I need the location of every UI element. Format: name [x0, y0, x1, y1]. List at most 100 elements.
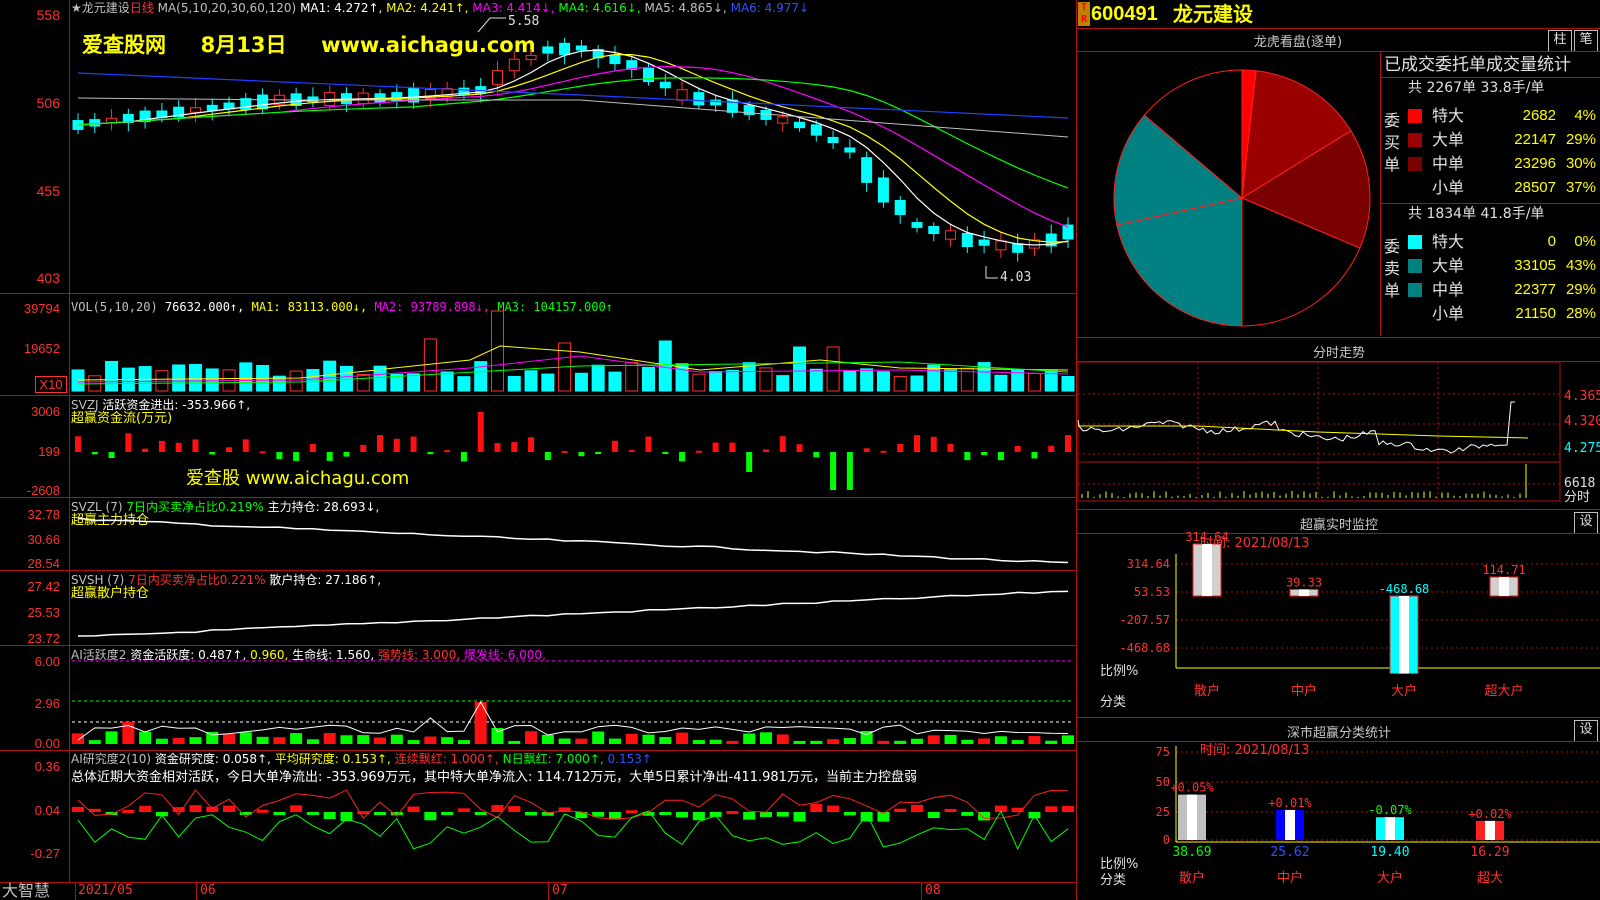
- ai2-bar: [273, 812, 286, 815]
- lhb-tick-button[interactable]: 笔: [1574, 30, 1598, 52]
- svzj-bar: [108, 452, 115, 459]
- candle-body: [928, 225, 940, 235]
- ai2-bar: [189, 805, 202, 812]
- volume-bar: [927, 364, 941, 392]
- ai1-bar: [206, 731, 219, 744]
- volume-bar: [356, 374, 370, 392]
- svsh-line: [77, 590, 1069, 637]
- candle-body: [777, 116, 789, 124]
- ai1-bar: [709, 739, 722, 744]
- ai1-bar: [759, 732, 772, 744]
- ai1-bar: [105, 731, 118, 744]
- candle-body: [89, 119, 101, 127]
- ai2-bar: [776, 812, 789, 817]
- svzj-bar: [192, 439, 199, 452]
- ai2-bar: [323, 812, 336, 820]
- svzj-bar: [175, 442, 182, 452]
- svzj-bar: [544, 452, 551, 461]
- legend-percent: 29%: [1565, 131, 1596, 148]
- candle-body: [760, 110, 772, 120]
- volume-bar: [944, 369, 958, 392]
- lhb-buy-label: 委买单: [1384, 111, 1401, 174]
- shenzhen-value-label: 38.69: [1172, 845, 1211, 860]
- ai2-bar: [256, 809, 269, 813]
- svzj-bar: [276, 452, 283, 460]
- ai2-bar: [625, 810, 638, 814]
- svzj-bar: [846, 452, 853, 490]
- candle-body: [995, 240, 1007, 251]
- ai1-bar: [877, 740, 890, 744]
- candle-body: [861, 157, 873, 183]
- candle-body: [911, 222, 923, 228]
- intraday-chart: [1077, 361, 1561, 502]
- svzj-bar: [561, 451, 568, 454]
- svzj-bar: [863, 448, 870, 452]
- svzj-bar: [695, 450, 702, 453]
- candle-body: [961, 232, 973, 248]
- ai2-bar: [290, 805, 303, 812]
- svzj-bar: [1031, 452, 1038, 459]
- legend-name: 中单: [1432, 280, 1465, 299]
- monitor-bar-shine: [1202, 544, 1212, 596]
- volume-bar: [725, 369, 739, 392]
- ai1-bar: [1062, 735, 1074, 744]
- low-pointer: [985, 266, 998, 279]
- ai2-bar: [491, 805, 504, 812]
- monitor-y-label: -207.57: [1119, 613, 1170, 627]
- lhb-bar-button[interactable]: 柱: [1548, 30, 1572, 52]
- ai1-bar: [659, 737, 672, 744]
- ai2-bar: [894, 808, 907, 812]
- legend-name: 小单: [1432, 304, 1465, 323]
- monitor-bar-label: 39.33: [1286, 576, 1322, 590]
- monitor-bar-shine: [1499, 577, 1509, 596]
- ai1-bar: [676, 732, 689, 744]
- volume-bar: [591, 364, 605, 392]
- ai2-bar: [407, 806, 420, 812]
- intraday-y-label: 4.365: [1564, 389, 1600, 404]
- monitor-y-label: 53.53: [1134, 585, 1170, 599]
- svzj-bar: [712, 442, 719, 452]
- svzj-bar: [645, 436, 652, 452]
- legend-volume: 33105: [1514, 257, 1556, 274]
- shenzhen-delta-label: +0.05%: [1170, 781, 1214, 795]
- volume-bar: [457, 376, 471, 392]
- volume-bar: [507, 375, 521, 392]
- ai2-bar: [206, 806, 219, 812]
- ai1-bar: [726, 740, 739, 744]
- svzj-bar: [226, 447, 233, 452]
- shenzhen-settings-button[interactable]: 设: [1574, 720, 1598, 742]
- svzj-bar: [343, 452, 350, 457]
- lhb-stats-title: 已成交委托单成交量统计: [1384, 55, 1571, 75]
- ai1-bar: [223, 734, 236, 744]
- shenzhen-bar-shine: [1385, 817, 1395, 840]
- ai1-bar: [457, 740, 470, 744]
- volume-bar: [826, 346, 840, 392]
- shenzhen-value-label: 16.29: [1470, 845, 1509, 860]
- svzj-bar: [91, 452, 98, 455]
- legend-name: 大单: [1432, 256, 1465, 275]
- volume-bar: [709, 370, 723, 392]
- ai1-bar: [155, 738, 168, 744]
- legend-volume: 0: [1547, 233, 1556, 250]
- svzj-bar: [662, 452, 669, 454]
- svzj-bar: [377, 435, 384, 452]
- stock-code: 600491: [1091, 3, 1158, 25]
- ai2-bar: [72, 806, 84, 812]
- legend-volume: 23296: [1514, 155, 1556, 172]
- legend-percent: 28%: [1565, 305, 1596, 322]
- ai1-bar: [1028, 736, 1041, 744]
- ai1-bar: [508, 740, 521, 744]
- ai2-bar: [759, 812, 772, 817]
- shenzhen-delta-label: +0.01%: [1268, 796, 1312, 810]
- candle-body: [659, 81, 671, 89]
- candle-body: [257, 94, 269, 110]
- monitor-settings-button[interactable]: 设: [1574, 512, 1598, 534]
- ai1-bar: [340, 735, 353, 744]
- tr-badge[interactable]: T R: [1078, 2, 1090, 26]
- monitor-bar-label: -468.68: [1379, 582, 1430, 596]
- shenzhen-bar-chart: 75 50 25 0 +0.05% 38.69 散户 +0.01% 25.62 中户 -0.07% 1…: [1156, 745, 1600, 886]
- legend-swatch: [1408, 133, 1422, 147]
- ai1-bar: [541, 734, 554, 744]
- svzj-bar: [578, 452, 585, 457]
- main-chart-area[interactable]: 558 506 455 403 39794 19652 X10 3006 199…: [0, 0, 1076, 900]
